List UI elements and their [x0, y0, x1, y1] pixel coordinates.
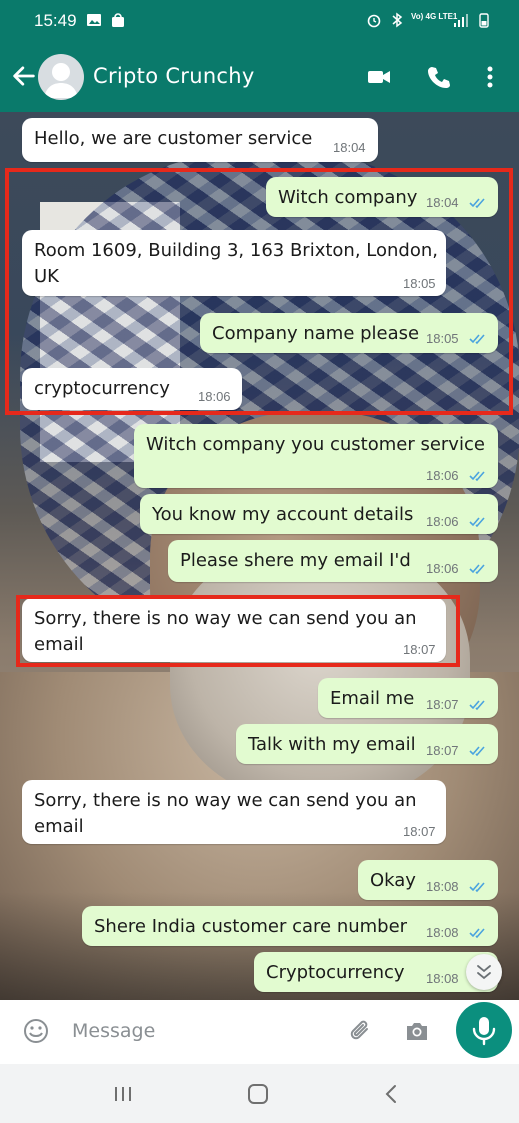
message-outgoing[interactable]: Cryptocurrency 18:08: [254, 952, 498, 992]
message-outgoing[interactable]: You know my account details 18:06: [140, 494, 498, 534]
message-incoming[interactable]: Hello, we are customer service 18:04: [22, 118, 378, 162]
battery-icon: [479, 13, 489, 28]
highlight-box: [5, 168, 513, 415]
signal-icon: [454, 14, 468, 27]
message-outgoing[interactable]: Email me 18:07: [318, 678, 498, 718]
default-avatar-icon: [44, 63, 78, 98]
emoji-icon[interactable]: [23, 1018, 49, 1044]
camera-icon[interactable]: [404, 1018, 430, 1044]
message-outgoing[interactable]: Okay 18:08: [358, 860, 498, 900]
bag-icon: [112, 13, 124, 27]
status-bar: 15:49 Vo) 4G LTE1: [0, 0, 519, 42]
message-outgoing[interactable]: Talk with my email 18:07: [236, 724, 498, 764]
video-call-icon[interactable]: [366, 64, 392, 90]
chat-header: Cripto Crunchy: [0, 42, 519, 112]
system-nav-bar: [0, 1064, 519, 1123]
gallery-icon: [87, 14, 101, 26]
contact-avatar[interactable]: [38, 54, 84, 100]
read-ticks-icon: [469, 471, 485, 482]
more-icon[interactable]: [480, 64, 500, 90]
home-icon[interactable]: [246, 1082, 270, 1106]
message-outgoing[interactable]: Shere India customer care number 18:08: [82, 906, 498, 946]
read-ticks-icon: [469, 700, 485, 711]
read-ticks-icon: [469, 928, 485, 939]
attach-icon[interactable]: [348, 1018, 374, 1044]
composer: Message: [0, 1000, 519, 1064]
message-outgoing[interactable]: Witch company you customer service 18:06: [134, 424, 498, 488]
highlight-box: [16, 595, 460, 667]
message-incoming[interactable]: Sorry, there is no way we can send you a…: [22, 780, 446, 844]
network-label: Vo) 4G LTE1: [411, 12, 458, 21]
back-arrow-icon[interactable]: [10, 62, 38, 90]
alarm-icon: [367, 14, 381, 28]
read-ticks-icon: [469, 564, 485, 575]
message-input[interactable]: Message: [9, 1002, 446, 1058]
back-icon[interactable]: [380, 1082, 404, 1106]
mic-icon: [472, 1017, 496, 1046]
scroll-to-bottom-button[interactable]: [466, 954, 502, 990]
bluetooth-icon: [392, 12, 403, 28]
read-ticks-icon: [469, 517, 485, 528]
message-outgoing[interactable]: Please shere my email I'd 18:06: [168, 540, 498, 582]
contact-name[interactable]: Cripto Crunchy: [93, 64, 255, 88]
scroll-down-icon: [477, 965, 491, 980]
mic-button[interactable]: [456, 1002, 512, 1058]
phone-icon[interactable]: [426, 64, 452, 90]
status-time: 15:49: [34, 11, 77, 30]
read-ticks-icon: [469, 746, 485, 757]
message-placeholder: Message: [72, 1020, 156, 1042]
recents-icon[interactable]: [111, 1082, 135, 1106]
read-ticks-icon: [469, 882, 485, 893]
